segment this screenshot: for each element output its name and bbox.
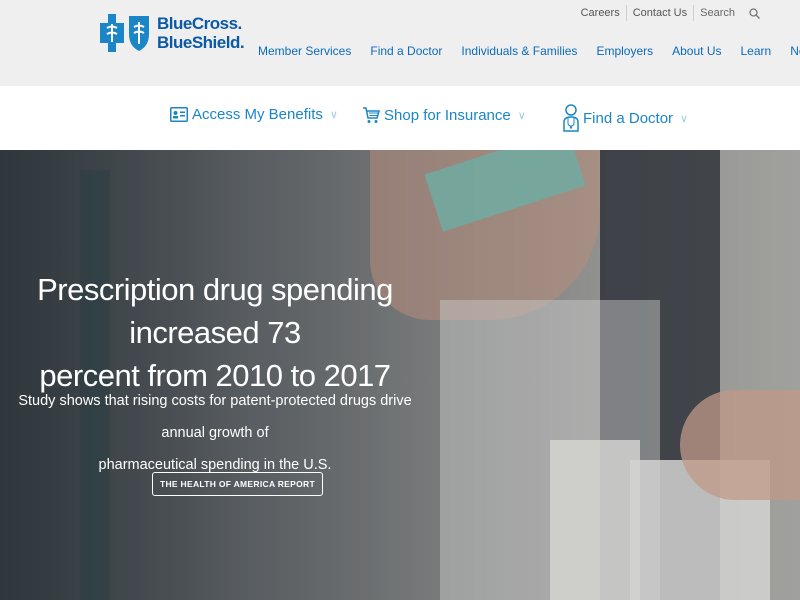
logo-line-1: BlueCross. xyxy=(157,14,242,33)
shop-for-insurance-label: Shop for Insurance xyxy=(384,106,511,124)
health-of-america-report-button[interactable]: THE HEALTH OF AMERICA REPORT xyxy=(152,472,323,496)
nav-member-services[interactable]: Member Services xyxy=(258,44,351,58)
blue-shield-icon xyxy=(129,16,149,51)
nav-news[interactable]: News xyxy=(790,44,800,58)
nav-individuals-families[interactable]: Individuals & Families xyxy=(461,44,577,58)
chevron-down-icon: ∨ xyxy=(329,109,338,121)
bcbs-logo[interactable]: BlueCross. BlueShield. xyxy=(100,11,245,55)
nav-learn[interactable]: Learn xyxy=(740,44,771,58)
hero-subtitle-line-1: Study shows that rising costs for patent… xyxy=(18,393,412,441)
nav-about-us[interactable]: About Us xyxy=(672,44,721,58)
shopping-cart-icon xyxy=(363,107,380,123)
find-a-doctor-button[interactable]: Find a Doctor ∨ xyxy=(563,104,688,132)
access-my-benefits-button[interactable]: Access My Benefits ∨ xyxy=(170,106,338,123)
utility-nav: Careers Contact Us Search xyxy=(575,5,760,21)
main-nav: Member Services Find a Doctor Individual… xyxy=(258,44,800,58)
doctor-icon xyxy=(563,104,579,132)
quick-actions-bar: Access My Benefits ∨ Shop for Insurance … xyxy=(0,86,800,150)
logo-wordmark: BlueCross. BlueShield. xyxy=(157,14,245,52)
site-header: BlueCross. BlueShield. Careers Contact U… xyxy=(0,0,800,86)
find-a-doctor-label: Find a Doctor xyxy=(583,109,674,127)
hero-banner: Prescription drug spending increased 73 … xyxy=(0,150,800,600)
hero-title: Prescription drug spending increased 73 … xyxy=(0,268,430,397)
logo-marks xyxy=(100,14,151,52)
chevron-down-icon: ∨ xyxy=(680,112,689,125)
utility-link-careers[interactable]: Careers xyxy=(575,5,626,21)
nav-employers[interactable]: Employers xyxy=(596,44,653,58)
chevron-down-icon: ∨ xyxy=(517,109,526,122)
utility-search[interactable]: Search xyxy=(693,5,760,21)
access-my-benefits-label: Access My Benefits xyxy=(192,106,323,123)
hero-title-line-1: Prescription drug spending increased 73 xyxy=(37,272,393,350)
search-icon[interactable] xyxy=(749,7,760,19)
search-label: Search xyxy=(700,7,735,19)
hero-subtitle: Study shows that rising costs for patent… xyxy=(0,385,430,481)
nav-find-a-doctor[interactable]: Find a Doctor xyxy=(370,44,442,58)
utility-link-contact-us[interactable]: Contact Us xyxy=(625,5,693,21)
id-card-icon xyxy=(170,107,188,122)
logo-line-2: BlueShield. xyxy=(157,33,245,52)
blue-cross-icon xyxy=(100,14,124,52)
shop-for-insurance-button[interactable]: Shop for Insurance ∨ xyxy=(362,106,526,124)
